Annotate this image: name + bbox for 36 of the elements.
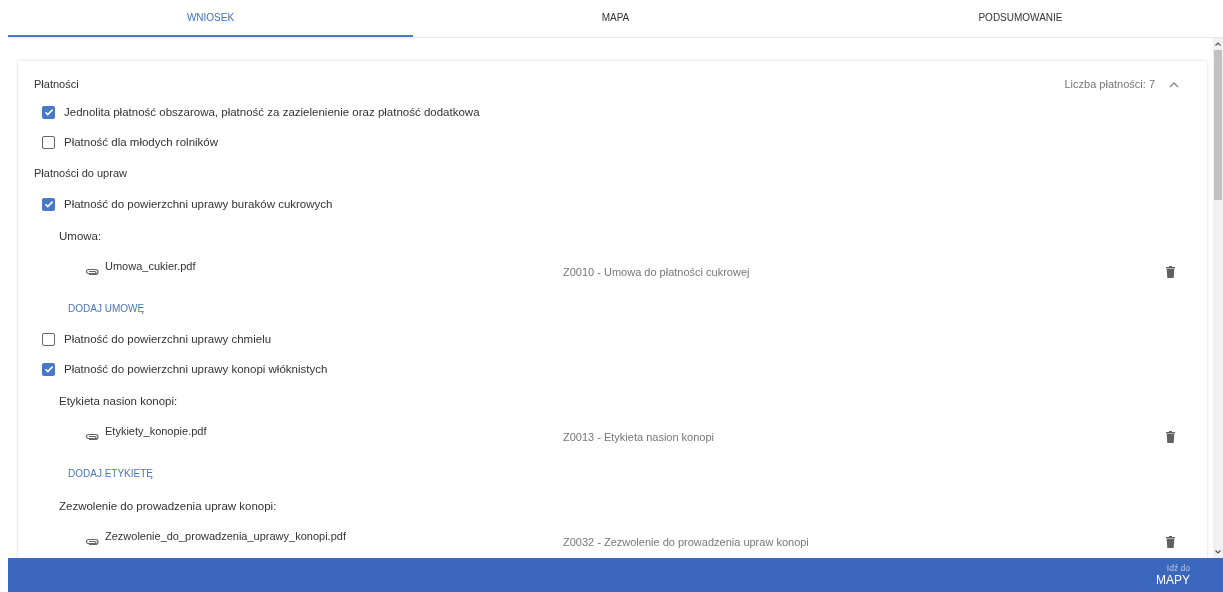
attachment-label: Etykieta nasion konopi: [59, 394, 178, 407]
checkbox-label: Płatność do powierzchni uprawy chmielu [64, 333, 272, 345]
paperclip-icon [85, 538, 99, 546]
tab[interactable]: WNIOSEK [8, 0, 413, 37]
scrollbar-thumb[interactable] [1214, 50, 1222, 200]
checkbox[interactable] [42, 135, 55, 149]
file-description: Z0032 - Zezwolenie do prowadzenia upraw konopi [563, 536, 810, 548]
checkbox-label: Jednolita płatność obszarowa, płatność za zazielenienie oraz płatność dodatkowa [64, 106, 480, 118]
tab[interactable]: PODSUMOWANIE [818, 0, 1223, 37]
checkbox[interactable] [42, 197, 55, 211]
paperclip-icon [85, 433, 99, 441]
go-to-map-button[interactable]: Idź do MAPY [1156, 558, 1190, 592]
section-title: Płatności [34, 78, 80, 90]
file-name: Zezwolenie_do_prowadzenia_uprawy_konopi.pdf [105, 530, 347, 542]
checkbox-label: Płatność dla młodych rolników [64, 136, 219, 148]
file-description: Z0013 - Etykieta nasion konopi [563, 431, 716, 443]
checkbox[interactable] [42, 332, 55, 346]
paperclip-icon [85, 268, 99, 276]
file-name: Umowa_cukier.pdf [105, 260, 197, 272]
add-link[interactable]: DODAJ ETYKIETĘ [68, 467, 153, 479]
add-link[interactable]: DODAJ UMOWĘ [68, 302, 145, 314]
attachment-label: Umowa: [59, 229, 102, 242]
checkbox[interactable] [42, 362, 55, 376]
file-name: Etykiety_konopie.pdf [105, 425, 208, 437]
checkbox[interactable] [42, 105, 55, 119]
payment-count: Liczba płatności: 7 [1064, 78, 1155, 90]
checkbox-label: Płatność do powierzchni uprawy buraków cukrowych [64, 198, 333, 210]
chevron-up-icon[interactable] [1169, 80, 1179, 88]
checkbox-label: Płatność do powierzchni uprawy konopi włóknistych [64, 363, 328, 375]
trash-icon[interactable] [1166, 266, 1175, 278]
trash-icon[interactable] [1166, 536, 1175, 548]
attachment-label: Zezwolenie do prowadzenia upraw konopi: [59, 499, 277, 512]
file-description: Z0010 - Umowa do płatności cukrowej [563, 266, 751, 278]
subsection-title: Płatności do upraw [34, 167, 127, 179]
trash-icon[interactable] [1166, 431, 1175, 443]
tab[interactable]: MAPA [413, 0, 818, 37]
